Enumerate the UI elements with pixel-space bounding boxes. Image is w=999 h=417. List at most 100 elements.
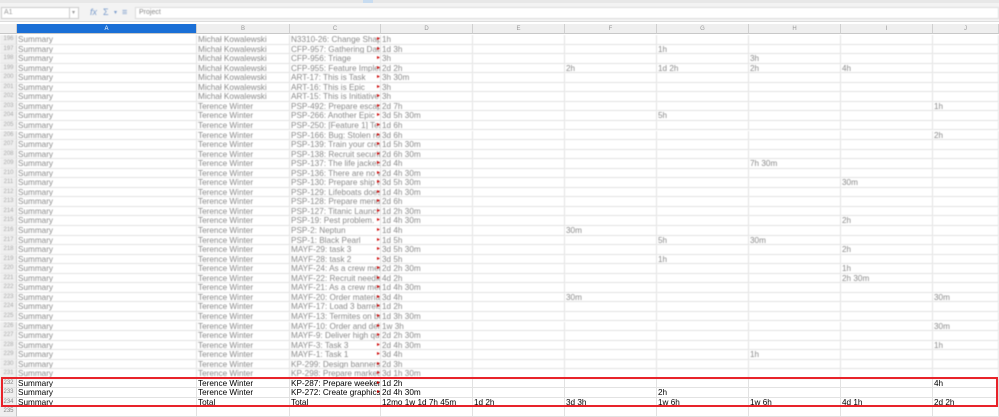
cell-i[interactable] — [841, 149, 933, 160]
cell-f[interactable] — [565, 101, 657, 112]
cell-d[interactable]: 1d 2h 30m — [381, 206, 473, 217]
cell-f[interactable] — [565, 216, 657, 226]
cell-d[interactable]: 12mo 1w 1d 7h 45m — [381, 397, 473, 408]
cell-e[interactable] — [473, 168, 565, 179]
cell-i[interactable] — [841, 311, 933, 322]
cell-d[interactable]: 1d 4h 30m — [381, 216, 473, 226]
cell-a[interactable]: Summary — [17, 302, 197, 312]
cell-d[interactable]: 3d 4h — [381, 292, 473, 303]
row-number[interactable]: 211 — [0, 178, 17, 188]
cell-e[interactable] — [473, 273, 565, 284]
cell-b[interactable] — [197, 407, 290, 417]
cell-i[interactable]: 2h — [841, 216, 933, 226]
cell-j[interactable] — [933, 120, 999, 131]
cell-h[interactable] — [749, 216, 841, 226]
cell-i[interactable] — [841, 350, 933, 360]
cell-c[interactable]: PSP-138: Recruit security ▸ — [290, 149, 381, 160]
cell-a[interactable]: Summary — [17, 187, 197, 198]
cell-c[interactable]: CFP-957: Gathering Data ▸ — [290, 44, 381, 55]
cell-f[interactable] — [565, 359, 657, 370]
cell-f[interactable] — [565, 350, 657, 360]
cell-a[interactable]: Summary — [17, 378, 197, 389]
cell-b[interactable]: Terence Winter — [197, 254, 290, 265]
cell-f[interactable] — [565, 73, 657, 83]
cell-j[interactable] — [933, 226, 999, 236]
cell-a[interactable]: Summary — [17, 388, 197, 398]
row-number[interactable]: 213 — [0, 197, 17, 207]
cell-j[interactable] — [933, 311, 999, 322]
cell-f[interactable] — [565, 264, 657, 274]
cell-a[interactable]: Summary — [17, 292, 197, 303]
cell-g[interactable] — [657, 378, 749, 389]
cell-f[interactable]: 3d 3h — [565, 397, 657, 408]
cell-b[interactable]: Terence Winter — [197, 350, 290, 360]
cell-b[interactable]: Michał Kowalewski — [197, 35, 290, 45]
cell-g[interactable] — [657, 302, 749, 312]
cell-d[interactable]: 1d 4h — [381, 226, 473, 236]
cell-e[interactable] — [473, 140, 565, 150]
cell-c[interactable]: PSP-130: Prepare ship to ▸ — [290, 178, 381, 188]
cell-c[interactable] — [290, 407, 381, 417]
row-number[interactable]: 218 — [0, 245, 17, 255]
cell-a[interactable]: Summary — [17, 264, 197, 274]
cell-c[interactable]: KP-298: Prepare marketi ▸ — [290, 369, 381, 379]
row-number[interactable]: 207 — [0, 140, 17, 150]
cell-i[interactable] — [841, 359, 933, 370]
cell-f[interactable] — [565, 254, 657, 265]
cell-g[interactable] — [657, 292, 749, 303]
cell-b[interactable]: Michał Kowalewski — [197, 92, 290, 102]
cell-e[interactable] — [473, 378, 565, 389]
cell-c[interactable]: KP-272: Create graphics ▸ — [290, 388, 381, 398]
row-number[interactable]: 209 — [0, 159, 17, 169]
cell-e[interactable] — [473, 340, 565, 351]
cell-h[interactable] — [749, 245, 841, 255]
cell-h[interactable] — [749, 321, 841, 332]
cell-c[interactable]: PSP-139: Train your crew ▸ — [290, 140, 381, 150]
cell-f[interactable] — [565, 388, 657, 398]
cell-j[interactable]: 2h — [933, 130, 999, 141]
cell-a[interactable]: Summary — [17, 130, 197, 141]
cell-d[interactable]: 2d 3h — [381, 359, 473, 370]
cell-h[interactable]: 1h — [749, 350, 841, 360]
cell-h[interactable] — [749, 44, 841, 55]
row-number[interactable]: 221 — [0, 273, 17, 284]
cell-d[interactable]: 3d 5h 30m — [381, 245, 473, 255]
row-number[interactable]: 226 — [0, 321, 17, 332]
cell-c[interactable]: MAYF-1: Task 1 ▸ — [290, 350, 381, 360]
cell-e[interactable] — [473, 283, 565, 293]
cell-e[interactable] — [473, 321, 565, 332]
row-number[interactable]: 202 — [0, 92, 17, 102]
cell-c[interactable]: PSP-127: Titanic Launch ▸ — [290, 206, 381, 217]
cell-f[interactable] — [565, 178, 657, 188]
column-header-d[interactable]: D — [381, 24, 473, 34]
cell-g[interactable] — [657, 350, 749, 360]
cell-d[interactable]: 1w 3h — [381, 321, 473, 332]
cell-b[interactable]: Terence Winter — [197, 359, 290, 370]
cell-i[interactable]: 2h — [841, 245, 933, 255]
cell-i[interactable] — [841, 187, 933, 198]
cell-j[interactable] — [933, 197, 999, 207]
cell-j[interactable] — [933, 82, 999, 93]
cell-i[interactable] — [841, 206, 933, 217]
row-number[interactable]: 227 — [0, 331, 17, 341]
cell-j[interactable]: 30m — [933, 321, 999, 332]
cell-a[interactable]: Summary — [17, 54, 197, 64]
cell-f[interactable] — [565, 159, 657, 169]
cell-c[interactable]: PSP-129: Lifeboats does ▸ — [290, 187, 381, 198]
cell-b[interactable]: Terence Winter — [197, 149, 290, 160]
cell-g[interactable] — [657, 283, 749, 293]
cell-i[interactable] — [841, 35, 933, 45]
cell-j[interactable] — [933, 63, 999, 74]
cell-i[interactable] — [841, 92, 933, 102]
cell-a[interactable] — [17, 407, 197, 417]
cell-a[interactable]: Summary — [17, 283, 197, 293]
cell-i[interactable] — [841, 235, 933, 246]
cell-b[interactable]: Terence Winter — [197, 216, 290, 226]
cell-h[interactable] — [749, 140, 841, 150]
row-number[interactable]: 212 — [0, 187, 17, 198]
cell-h[interactable] — [749, 73, 841, 83]
cell-h[interactable] — [749, 35, 841, 45]
cell-b[interactable]: Terence Winter — [197, 187, 290, 198]
cell-j[interactable]: 2d 2h — [933, 397, 999, 408]
cell-g[interactable] — [657, 101, 749, 112]
